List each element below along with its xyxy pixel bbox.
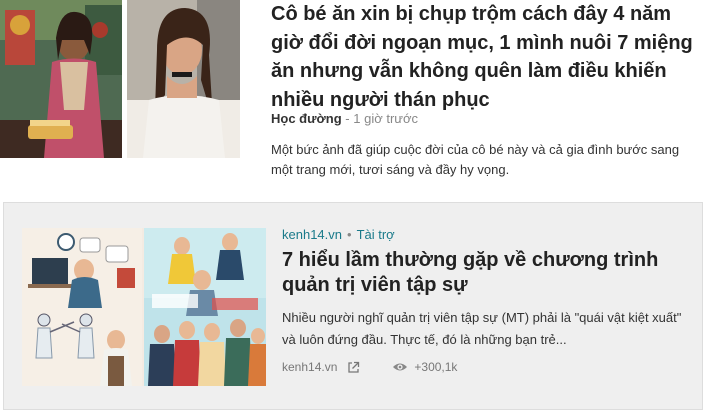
meta-dot: • bbox=[347, 227, 352, 242]
article-1-photo-after bbox=[127, 0, 240, 158]
sponsored-footer-source[interactable]: kenh14.vn bbox=[282, 359, 337, 375]
sponsor-domain[interactable]: kenh14.vn bbox=[282, 227, 342, 242]
external-link-icon[interactable] bbox=[347, 361, 360, 374]
sponsored-description: Nhiều người nghĩ quản trị viên tập sự (M… bbox=[282, 310, 682, 347]
article-1-meta: Học đường - 1 giờ trước bbox=[271, 111, 418, 127]
article-1-source[interactable]: Học đường bbox=[271, 111, 342, 126]
article-1-photo-before bbox=[0, 0, 122, 158]
sponsored-thumbnail[interactable] bbox=[22, 228, 266, 386]
eye-icon bbox=[392, 361, 408, 373]
sponsored-card[interactable]: kenh14.vn • Tài trợ 7 hiểu lầm thường gặp … bbox=[3, 202, 703, 410]
sponsored-footer: kenh14.vn +300,1k bbox=[282, 359, 457, 375]
sponsored-title[interactable]: 7 hiểu lầm thường gặp về chương trình qu… bbox=[282, 248, 687, 297]
article-1-title[interactable]: Cô bé ăn xin bị chụp trộm cách đây 4 năm… bbox=[271, 0, 701, 114]
view-count: +300,1k bbox=[414, 360, 458, 374]
article-1-thumbnail[interactable] bbox=[0, 0, 240, 158]
article-1-description: Một bức ảnh đã giúp cuộc đời của cô bé n… bbox=[271, 142, 680, 177]
sponsored-header: kenh14.vn • Tài trợ bbox=[282, 227, 395, 243]
meta-separator: - bbox=[345, 111, 350, 126]
article-1-time: 1 giờ trước bbox=[353, 111, 419, 126]
sponsored-tag: Tài trợ bbox=[356, 227, 395, 242]
